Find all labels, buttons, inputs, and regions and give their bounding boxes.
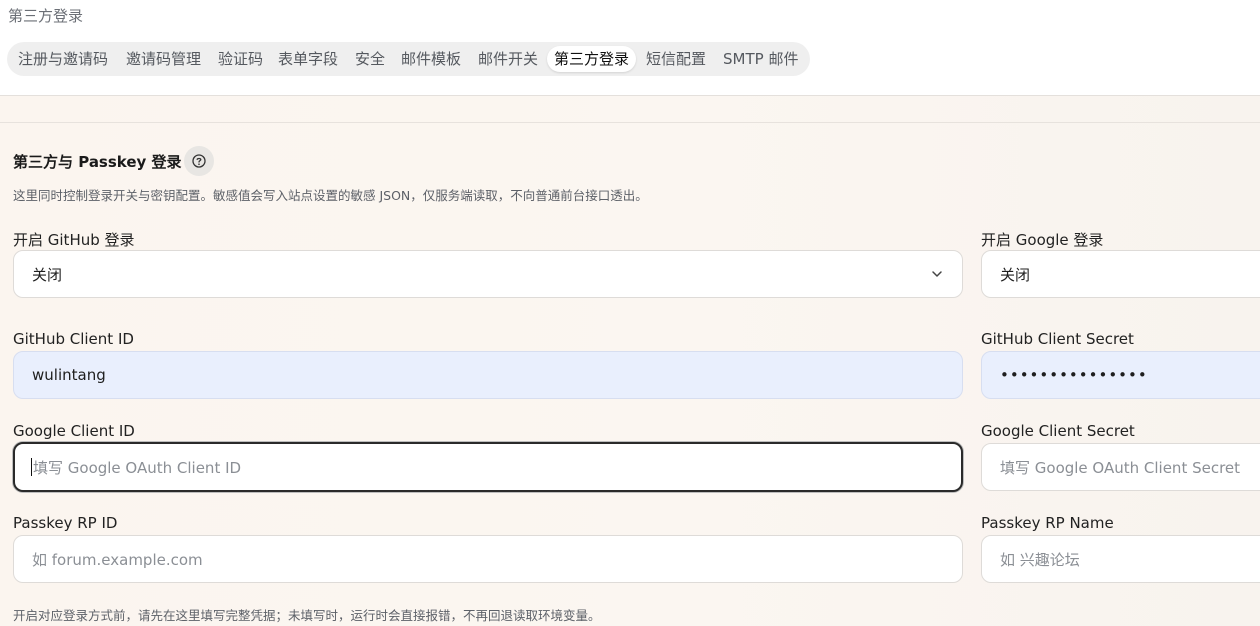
github-client-id-input[interactable]: wulintang [13,351,963,399]
passkey-rp-id-placeholder: 如 forum.example.com [32,550,203,569]
page-label: 第三方登录 [8,7,84,25]
tab-smtp-mail[interactable]: SMTP 邮件 [723,46,798,72]
divider [0,122,1260,123]
github-client-id-label: GitHub Client ID [13,330,134,348]
tab-invite-management[interactable]: 邀请码管理 [126,46,201,72]
google-client-secret-input[interactable]: 填写 Google OAuth Client Secret [981,443,1260,491]
google-client-id-placeholder: 填写 Google OAuth Client ID [33,458,242,477]
chevron-down-icon [932,271,942,277]
tab-email-templates[interactable]: 邮件模板 [401,46,461,72]
github-login-select[interactable]: 关闭 [13,250,963,298]
passkey-rp-id-input[interactable]: 如 forum.example.com [13,535,963,583]
google-client-id-label: Google Client ID [13,422,135,440]
tab-third-party-login[interactable]: 第三方登录 [547,46,637,72]
text-caret [31,458,32,476]
settings-tabs: 注册与邀请码 邀请码管理 验证码 表单字段 安全 邮件模板 邮件开关 第三方登录… [7,42,810,76]
tab-security[interactable]: 安全 [355,46,385,72]
passkey-rp-name-placeholder: 如 兴趣论坛 [1000,550,1080,569]
section-title: 第三方与 Passkey 登录 [13,153,182,171]
tab-register-invite[interactable]: 注册与邀请码 [18,46,108,72]
footer-note: 开启对应登录方式前，请先在这里填写完整凭据；未填写时，运行时会直接报错，不再回退… [13,608,601,623]
github-client-secret-input[interactable]: ••••••••••••••• [981,351,1260,399]
github-client-id-value: wulintang [32,366,106,384]
question-circle-icon [192,154,206,168]
tab-captcha[interactable]: 验证码 [218,46,263,72]
tab-form-fields[interactable]: 表单字段 [278,46,338,72]
help-button[interactable] [184,146,214,176]
google-client-secret-label: Google Client Secret [981,422,1135,440]
tab-sms-config[interactable]: 短信配置 [646,46,706,72]
github-login-label: 开启 GitHub 登录 [13,231,135,249]
google-login-value: 关闭 [1000,265,1031,284]
google-login-select[interactable]: 关闭 [981,250,1260,298]
passkey-rp-name-label: Passkey RP Name [981,514,1114,532]
section-description: 这里同时控制登录开关与密钥配置。敏感值会写入站点设置的敏感 JSON，仅服务端读… [13,188,648,203]
settings-panel: 第三方与 Passkey 登录 这里同时控制登录开关与密钥配置。敏感值会写入站点… [0,95,1260,626]
google-login-label: 开启 Google 登录 [981,231,1104,249]
passkey-rp-id-label: Passkey RP ID [13,514,118,532]
google-client-id-input[interactable]: 填写 Google OAuth Client ID [13,442,963,492]
github-client-secret-value: ••••••••••••••• [1000,366,1148,384]
github-login-value: 关闭 [32,265,63,284]
passkey-rp-name-input[interactable]: 如 兴趣论坛 [981,535,1260,583]
google-client-secret-placeholder: 填写 Google OAuth Client Secret [1000,458,1241,477]
github-client-secret-label: GitHub Client Secret [981,330,1134,348]
tab-email-switches[interactable]: 邮件开关 [478,46,538,72]
